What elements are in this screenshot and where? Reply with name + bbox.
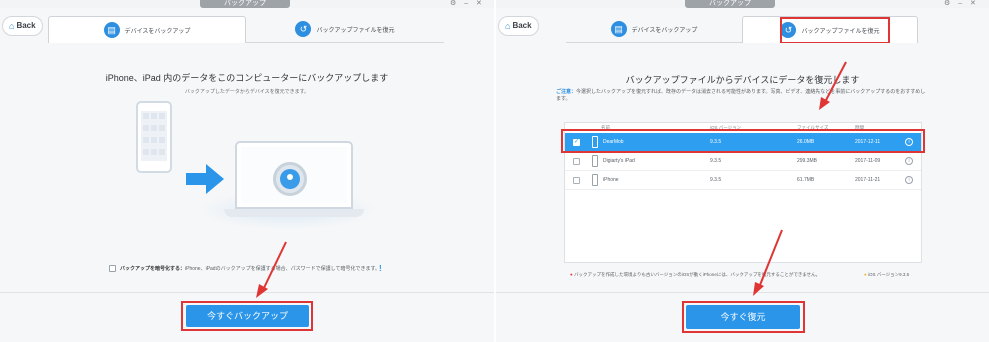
row-name: Digiarty's iPad: [603, 158, 635, 164]
back-button[interactable]: ⌂ Back: [498, 16, 539, 36]
row-time: 2017-11-09: [855, 158, 881, 164]
info-icon[interactable]: !: [379, 264, 382, 273]
ios-version: ● iOS バージョン9.3.5: [864, 272, 909, 278]
encrypt-option: バックアップを暗号化する：iPhone、iPadのバックアップを保護する場合、パ…: [120, 265, 380, 272]
compatibility-note: ● バックアップを作成した環境よりも古いバージョンのiOSが動くiPhoneには…: [570, 272, 820, 278]
note-text: バックアップを作成した環境よりも古いバージョンのiOSが動くiPhoneには、バ…: [573, 272, 821, 277]
app-logo-icon: [273, 162, 307, 196]
row-ios: 9.3.5: [710, 177, 722, 183]
caution-label: ご注意：: [556, 89, 577, 95]
row-ios: 9.3.5: [710, 158, 722, 164]
bullet-icon: ●: [864, 272, 867, 277]
highlight-box: [181, 301, 313, 331]
iphone-illustration: [136, 101, 172, 173]
row-time: 2017-11-21: [855, 177, 881, 183]
page-subtitle: バックアップしたデータからデバイスを復元できます。: [184, 89, 310, 95]
window-controls[interactable]: ⚙ – ✕: [450, 0, 485, 8]
tab-label: デバイスをバックアップ: [631, 27, 698, 34]
table-row[interactable]: iPhone 9.3.5 61.7MB 2017-11-21 i: [565, 171, 921, 190]
details-icon[interactable]: i: [905, 176, 913, 184]
computer-base: [224, 209, 364, 217]
encrypt-checkbox[interactable]: [109, 265, 116, 272]
window-controls[interactable]: ⚙ – ✕: [944, 0, 979, 8]
tab-device-backup[interactable]: ▤ デバイスをバックアップ: [566, 16, 742, 43]
window-title: バックアップ: [200, 0, 290, 8]
caution-text: 今選択したバックアップを復元すれば、既存のデータは消去される可能性があります。写…: [556, 89, 926, 102]
device-backup-icon: ▤: [103, 22, 120, 38]
highlight-box: [780, 17, 890, 44]
tab-label: デバイスをバックアップ: [124, 28, 191, 35]
encrypt-description: iPhone、iPadのバックアップを保護する場合、パスワードで保護して暗号化で…: [185, 266, 380, 272]
row-size: 61.7MB: [797, 177, 815, 183]
back-label: Back: [512, 21, 532, 30]
details-icon[interactable]: i: [905, 157, 913, 165]
back-button[interactable]: ⌂ Back: [2, 16, 43, 36]
table-row[interactable]: Digiarty's iPad 9.3.5 299.3MB 2017-11-09…: [565, 152, 921, 171]
divider: [496, 292, 989, 293]
back-label: Back: [16, 21, 36, 30]
ipad-icon: [592, 155, 598, 167]
tab-bar: ▤ デバイスをバックアップ ↺ バックアップファイルを復元: [48, 16, 444, 43]
transfer-arrow-icon: [186, 164, 224, 194]
tab-device-backup[interactable]: ▤ デバイスをバックアップ: [48, 16, 246, 43]
caution-note: ご注意：今選択したバックアップを復元すれば、既存のデータは消去される可能性があり…: [556, 89, 926, 103]
page-title: iPhone、iPad 内のデータをこのコンピューターにバックアップします: [105, 73, 389, 83]
highlight-box: [682, 301, 805, 333]
window-title: バックアップ: [685, 0, 775, 8]
ios-version-text: iOS バージョン9.3.5: [867, 272, 910, 277]
home-icon: ⌂: [505, 21, 511, 31]
tab-restore-backup[interactable]: ↺ バックアップファイルを復元: [246, 16, 444, 43]
page-title: バックアップファイルからデバイスにデータを復元します: [625, 75, 860, 85]
divider: [0, 292, 494, 293]
highlight-box: [561, 129, 925, 153]
row-size: 299.3MB: [797, 158, 818, 164]
iphone-icon: [592, 174, 598, 186]
tab-label: バックアップファイルを復元: [316, 27, 395, 34]
row-checkbox[interactable]: [573, 158, 580, 165]
home-icon: ⌂: [9, 21, 15, 31]
row-checkbox[interactable]: [573, 177, 580, 184]
device-backup-icon: ▤: [610, 21, 627, 37]
encrypt-label: バックアップを暗号化する：: [120, 266, 186, 272]
row-name: iPhone: [603, 177, 619, 183]
restore-icon: ↺: [295, 21, 312, 37]
restore-panel: バックアップ ⚙ – ✕ ⌂ Back ▤ デバイスをバックアップ ↺ バックア…: [496, 0, 989, 342]
bullet-icon: ●: [570, 272, 573, 277]
backup-panel: バックアップ ⚙ – ✕ ⌂ Back ▤ デバイスをバックアップ ↺ バックア…: [0, 0, 494, 342]
